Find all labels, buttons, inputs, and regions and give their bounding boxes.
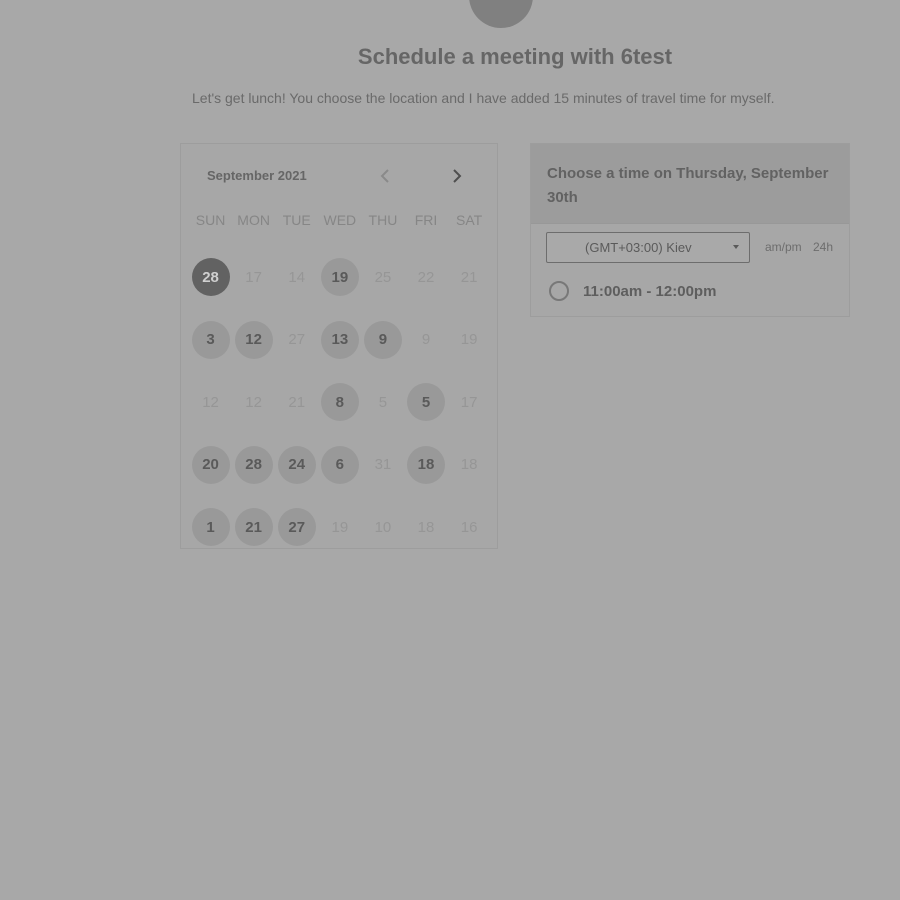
page-subtitle: Let's get lunch! You choose the location…: [192, 90, 775, 106]
calendar-day-cell: 21: [448, 246, 491, 309]
calendar-day-available[interactable]: 12: [234, 320, 273, 359]
calendar-day-available[interactable]: 20: [191, 445, 230, 484]
calendar-day-available[interactable]: 1: [191, 508, 230, 547]
radio-button-icon[interactable]: [549, 281, 569, 301]
calendar-day-disabled: 10: [374, 518, 392, 536]
weekday-label: TUE: [282, 212, 311, 228]
calendar-day-cell: 13: [318, 309, 361, 372]
day-grid: 28 17 14 19 25 22 21 3 12 27 13 9 9 19 12 12 21 8 5 5 17 20 28…: [189, 246, 491, 559]
chevron-right-icon: [453, 169, 462, 183]
calendar-day-cell: 17: [448, 371, 491, 434]
calendar-day-cell: 1: [189, 496, 232, 559]
calendar-day-disabled: 27: [288, 331, 306, 349]
calendar-day-cell: 8: [318, 371, 361, 434]
calendar-day-disabled: 17: [460, 393, 478, 411]
calendar-day-cell: 18: [404, 434, 447, 497]
time-slot-label: 11:00am - 12:00pm: [583, 282, 717, 300]
calendar-day-disabled: 19: [331, 518, 349, 536]
calendar-day-cell: 31: [361, 434, 404, 497]
calendar-day-disabled: 21: [460, 268, 478, 286]
timezone-row: (GMT+03:00) Kiev am/pm 24h: [531, 224, 849, 268]
calendar-day-disabled: 12: [202, 393, 219, 411]
host-avatar: [469, 0, 533, 28]
calendar-day-cell: 12: [232, 309, 275, 372]
previous-month-button[interactable]: [375, 166, 395, 186]
weekday-label: WED: [323, 212, 357, 228]
weekday-label: SAT: [456, 212, 483, 228]
scheduling-page: Schedule a meeting with 6test Let's get …: [0, 0, 900, 900]
calendar-day-cell: 5: [404, 371, 447, 434]
chevron-left-icon: [380, 169, 389, 183]
calendar-day-cell: 20: [189, 434, 232, 497]
calendar-day-cell: 10: [361, 496, 404, 559]
calendar-day-available[interactable]: 24: [277, 445, 316, 484]
weekday-label: FRI: [414, 212, 438, 228]
calendar-day-available[interactable]: 5: [407, 383, 446, 422]
calendar-day-cell: 5: [361, 371, 404, 434]
calendar-day-cell: 9: [404, 309, 447, 372]
calendar-day-selected[interactable]: 28: [191, 258, 230, 297]
calendar-day-disabled: 25: [374, 268, 392, 286]
calendar-day-cell: 18: [404, 496, 447, 559]
calendar-day-cell: 12: [232, 371, 275, 434]
timezone-select[interactable]: (GMT+03:00) Kiev: [546, 232, 750, 263]
weekday-label: SUN: [195, 212, 226, 228]
calendar-day-cell: 12: [189, 371, 232, 434]
page-title: Schedule a meeting with 6test: [357, 44, 673, 69]
weekday-header: SUN MON TUE WED THU FRI SAT: [189, 212, 491, 228]
calendar-day-cell: 17: [232, 246, 275, 309]
calendar-day-disabled: 9: [421, 331, 431, 349]
calendar-day-cell: 27: [275, 496, 318, 559]
calendar-day-disabled: 31: [374, 456, 392, 474]
calendar-day-available[interactable]: 21: [234, 508, 273, 547]
next-month-button[interactable]: [447, 166, 467, 186]
calendar-day-disabled: 21: [288, 393, 306, 411]
calendar-day-disabled: 16: [460, 518, 478, 536]
calendar-day-cell: 14: [275, 246, 318, 309]
caret-down-icon: [733, 245, 739, 249]
calendar-day-cell: 22: [404, 246, 447, 309]
calendar-day-disabled: 12: [245, 393, 262, 411]
calendar-day-disabled: 22: [417, 268, 435, 286]
calendar-day-cell: 18: [448, 434, 491, 497]
calendar-day-cell: 25: [361, 246, 404, 309]
calendar-day-cell: 19: [448, 309, 491, 372]
calendar-day-cell: 9: [361, 309, 404, 372]
calendar-day-disabled: 18: [460, 456, 478, 474]
format-24h-toggle[interactable]: 24h: [813, 240, 833, 254]
timezone-value: (GMT+03:00) Kiev: [585, 240, 692, 255]
calendar-day-cell: 19: [318, 496, 361, 559]
calendar-day-cell: 6: [318, 434, 361, 497]
calendar-day-available[interactable]: 3: [191, 320, 230, 359]
calendar-day-available[interactable]: 13: [320, 320, 359, 359]
calendar-day-disabled: 17: [245, 268, 262, 286]
calendar-day-cell: 16: [448, 496, 491, 559]
format-ampm-toggle[interactable]: am/pm: [765, 240, 802, 254]
calendar-day-available[interactable]: 6: [320, 445, 359, 484]
calendar-day-disabled: 14: [288, 268, 306, 286]
calendar-month-label: September 2021: [207, 168, 307, 183]
calendar-day-cell: 21: [232, 496, 275, 559]
weekday-label: THU: [368, 212, 398, 228]
calendar-day-cell: 19: [318, 246, 361, 309]
calendar-day-cell: 28: [232, 434, 275, 497]
calendar-day-disabled: 18: [417, 518, 435, 536]
time-panel-heading: Choose a time on Thursday, September 30t…: [531, 144, 849, 224]
calendar-day-cell: 21: [275, 371, 318, 434]
calendar-day-disabled: 19: [460, 331, 478, 349]
calendar-day-available[interactable]: 19: [320, 258, 359, 297]
calendar-day-cell: 27: [275, 309, 318, 372]
calendar-day-cell: 28: [189, 246, 232, 309]
calendar-day-available[interactable]: 18: [407, 445, 446, 484]
calendar-day-cell: 24: [275, 434, 318, 497]
calendar-day-cell: 3: [189, 309, 232, 372]
calendar-day-available[interactable]: 8: [320, 383, 359, 422]
calendar-day-available[interactable]: 9: [363, 320, 402, 359]
calendar-day-disabled: 5: [378, 393, 388, 411]
calendar: September 2021 SUN MON TUE WED THU FRI SAT 28 1…: [180, 143, 498, 549]
calendar-day-available[interactable]: 28: [234, 445, 273, 484]
calendar-day-available[interactable]: 27: [277, 508, 316, 547]
time-slot-option[interactable]: 11:00am - 12:00pm: [549, 281, 716, 301]
weekday-label: MON: [237, 212, 270, 228]
